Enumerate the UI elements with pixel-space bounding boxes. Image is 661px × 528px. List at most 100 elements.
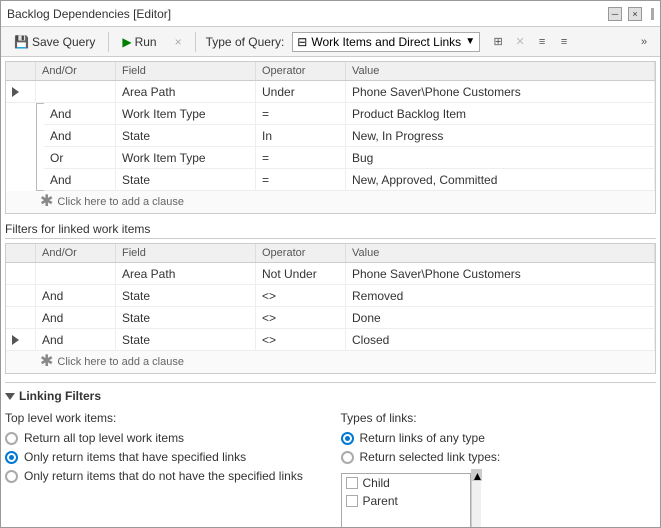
table-row[interactable]: Area Path Under Phone Saver\Phone Custom…	[6, 81, 655, 103]
linking-filters-section: Linking Filters Top level work items: Re…	[5, 382, 656, 527]
main-content: And/Or Field Operator Value Area Path Un…	[1, 57, 660, 527]
row-arrow-cell	[6, 263, 36, 284]
layout-icon-1[interactable]: ⊞	[488, 32, 508, 52]
col-value: Value	[346, 244, 655, 262]
table-row[interactable]: Area Path Not Under Phone Saver\Phone Cu…	[6, 263, 655, 285]
cancel-run-button[interactable]: ×	[168, 32, 189, 52]
separator	[108, 32, 109, 52]
row-operator: Not Under	[256, 263, 346, 284]
top-query-grid: And/Or Field Operator Value Area Path Un…	[5, 61, 656, 214]
link-types-list[interactable]: Child Parent	[341, 473, 471, 527]
radio-item-1[interactable]: Return all top level work items	[5, 431, 321, 445]
row-andor: And	[36, 329, 116, 350]
row-field: State	[116, 307, 256, 328]
more-options-icon[interactable]: »	[634, 32, 654, 52]
row-value: Product Backlog Item	[346, 103, 655, 124]
layout-icon-2[interactable]: ✕	[510, 32, 530, 52]
layout-icon-4[interactable]: ≡	[554, 32, 574, 52]
linking-body: Top level work items: Return all top lev…	[5, 411, 656, 527]
col-field: Field	[116, 62, 256, 80]
radio-selected[interactable]	[341, 451, 354, 464]
pin-button[interactable]: ─	[608, 7, 622, 21]
linked-grid-header: And/Or Field Operator Value	[6, 244, 655, 263]
radio-label-3: Only return items that do not have the s…	[24, 469, 303, 483]
radio-item-3[interactable]: Only return items that do not have the s…	[5, 469, 321, 483]
radio-1[interactable]	[5, 432, 18, 445]
radio-3[interactable]	[5, 470, 18, 483]
row-operator: =	[256, 103, 346, 124]
add-clause-label: Click here to add a clause	[57, 196, 184, 208]
radio-label-2: Only return items that have specified li…	[24, 450, 246, 464]
radio-label-any: Return links of any type	[360, 431, 485, 445]
row-value: New, Approved, Committed	[346, 169, 655, 190]
scrollbar[interactable]: ▲ ▼	[471, 469, 481, 527]
linking-section-title: Linking Filters	[5, 389, 656, 403]
child-checkbox[interactable]	[346, 477, 358, 489]
row-field: Area Path	[116, 263, 256, 284]
add-clause-row[interactable]: ✱ Click here to add a clause	[6, 191, 655, 213]
query-type-dropdown[interactable]: ⊟ Work Items and Direct Links ▼	[292, 32, 480, 52]
run-button[interactable]: ▶ Run	[115, 32, 163, 52]
linked-filters-grid: And/Or Field Operator Value Area Path No…	[5, 243, 656, 374]
row-operator: Under	[256, 81, 346, 102]
row-value: Phone Saver\Phone Customers	[346, 81, 655, 102]
query-type-label: Type of Query:	[202, 35, 289, 49]
table-row[interactable]: And State <> Closed	[6, 329, 655, 351]
row-arrow-cell	[6, 307, 36, 328]
row-field: Area Path	[116, 81, 256, 102]
layout-icon-3[interactable]: ≡	[532, 32, 552, 52]
list-item[interactable]: Child	[342, 474, 470, 492]
radio-item-2[interactable]: Only return items that have specified li…	[5, 450, 321, 464]
col-value: Value	[346, 62, 655, 80]
table-row[interactable]: And State <> Removed	[6, 285, 655, 307]
table-row[interactable]: And State = New, Approved, Committed	[44, 169, 655, 191]
radio-item-any[interactable]: Return links of any type	[341, 431, 657, 445]
toolbar: 💾 Save Query ▶ Run × Type of Query: ⊟ Wo…	[1, 27, 660, 57]
table-row[interactable]: And Work Item Type = Product Backlog Ite…	[44, 103, 655, 125]
row-operator: <>	[256, 285, 346, 306]
title-bar: Backlog Dependencies [Editor] ─ ×	[1, 1, 660, 27]
row-arrow-cell	[6, 285, 36, 306]
parent-checkbox[interactable]	[346, 495, 358, 507]
add-clause-row-2[interactable]: ✱ Click here to add a clause	[6, 351, 655, 373]
col-arrow	[6, 244, 36, 262]
collapse-icon[interactable]	[5, 393, 15, 400]
radio-any[interactable]	[341, 432, 354, 445]
save-icon: 💾	[14, 35, 29, 49]
toolbar-icons: ⊞ ✕ ≡ ≡	[488, 32, 574, 52]
bracket-rows: And Work Item Type = Product Backlog Ite…	[44, 103, 655, 191]
gripper[interactable]	[648, 8, 654, 20]
scroll-up-button[interactable]: ▲	[472, 469, 482, 481]
link-types-title: Types of links:	[341, 411, 657, 425]
parent-label: Parent	[363, 494, 398, 508]
row-value: Bug	[346, 147, 655, 168]
query-type-icon: ⊟	[297, 35, 307, 49]
query-type-value: Work Items and Direct Links	[311, 35, 461, 49]
table-row[interactable]: And State <> Done	[6, 307, 655, 329]
save-query-button[interactable]: 💾 Save Query	[7, 32, 102, 52]
main-window: Backlog Dependencies [Editor] ─ × 💾 Save…	[0, 0, 661, 528]
row-operator: <>	[256, 329, 346, 350]
row-andor: And	[44, 103, 116, 124]
row-field: Work Item Type	[116, 147, 256, 168]
table-row[interactable]: Or Work Item Type = Bug	[44, 147, 655, 169]
row-andor: And	[36, 307, 116, 328]
radio-item-selected[interactable]: Return selected link types:	[341, 450, 657, 464]
row-andor: And	[44, 169, 116, 190]
col-andor: And/Or	[36, 62, 116, 80]
row-field: State	[116, 285, 256, 306]
list-item[interactable]: Parent	[342, 492, 470, 510]
add-clause-label-2: Click here to add a clause	[57, 356, 184, 368]
row-value: Phone Saver\Phone Customers	[346, 263, 655, 284]
row-field: State	[116, 169, 256, 190]
row-operator: In	[256, 125, 346, 146]
row-andor: And	[36, 285, 116, 306]
radio-label-1: Return all top level work items	[24, 431, 184, 445]
row-operator: =	[256, 169, 346, 190]
linked-filters-title: Filters for linked work items	[5, 222, 656, 239]
scroll-track	[472, 481, 481, 527]
radio-2[interactable]	[5, 451, 18, 464]
table-row[interactable]: And State In New, In Progress	[44, 125, 655, 147]
col-andor: And/Or	[36, 244, 116, 262]
close-button[interactable]: ×	[628, 7, 642, 21]
